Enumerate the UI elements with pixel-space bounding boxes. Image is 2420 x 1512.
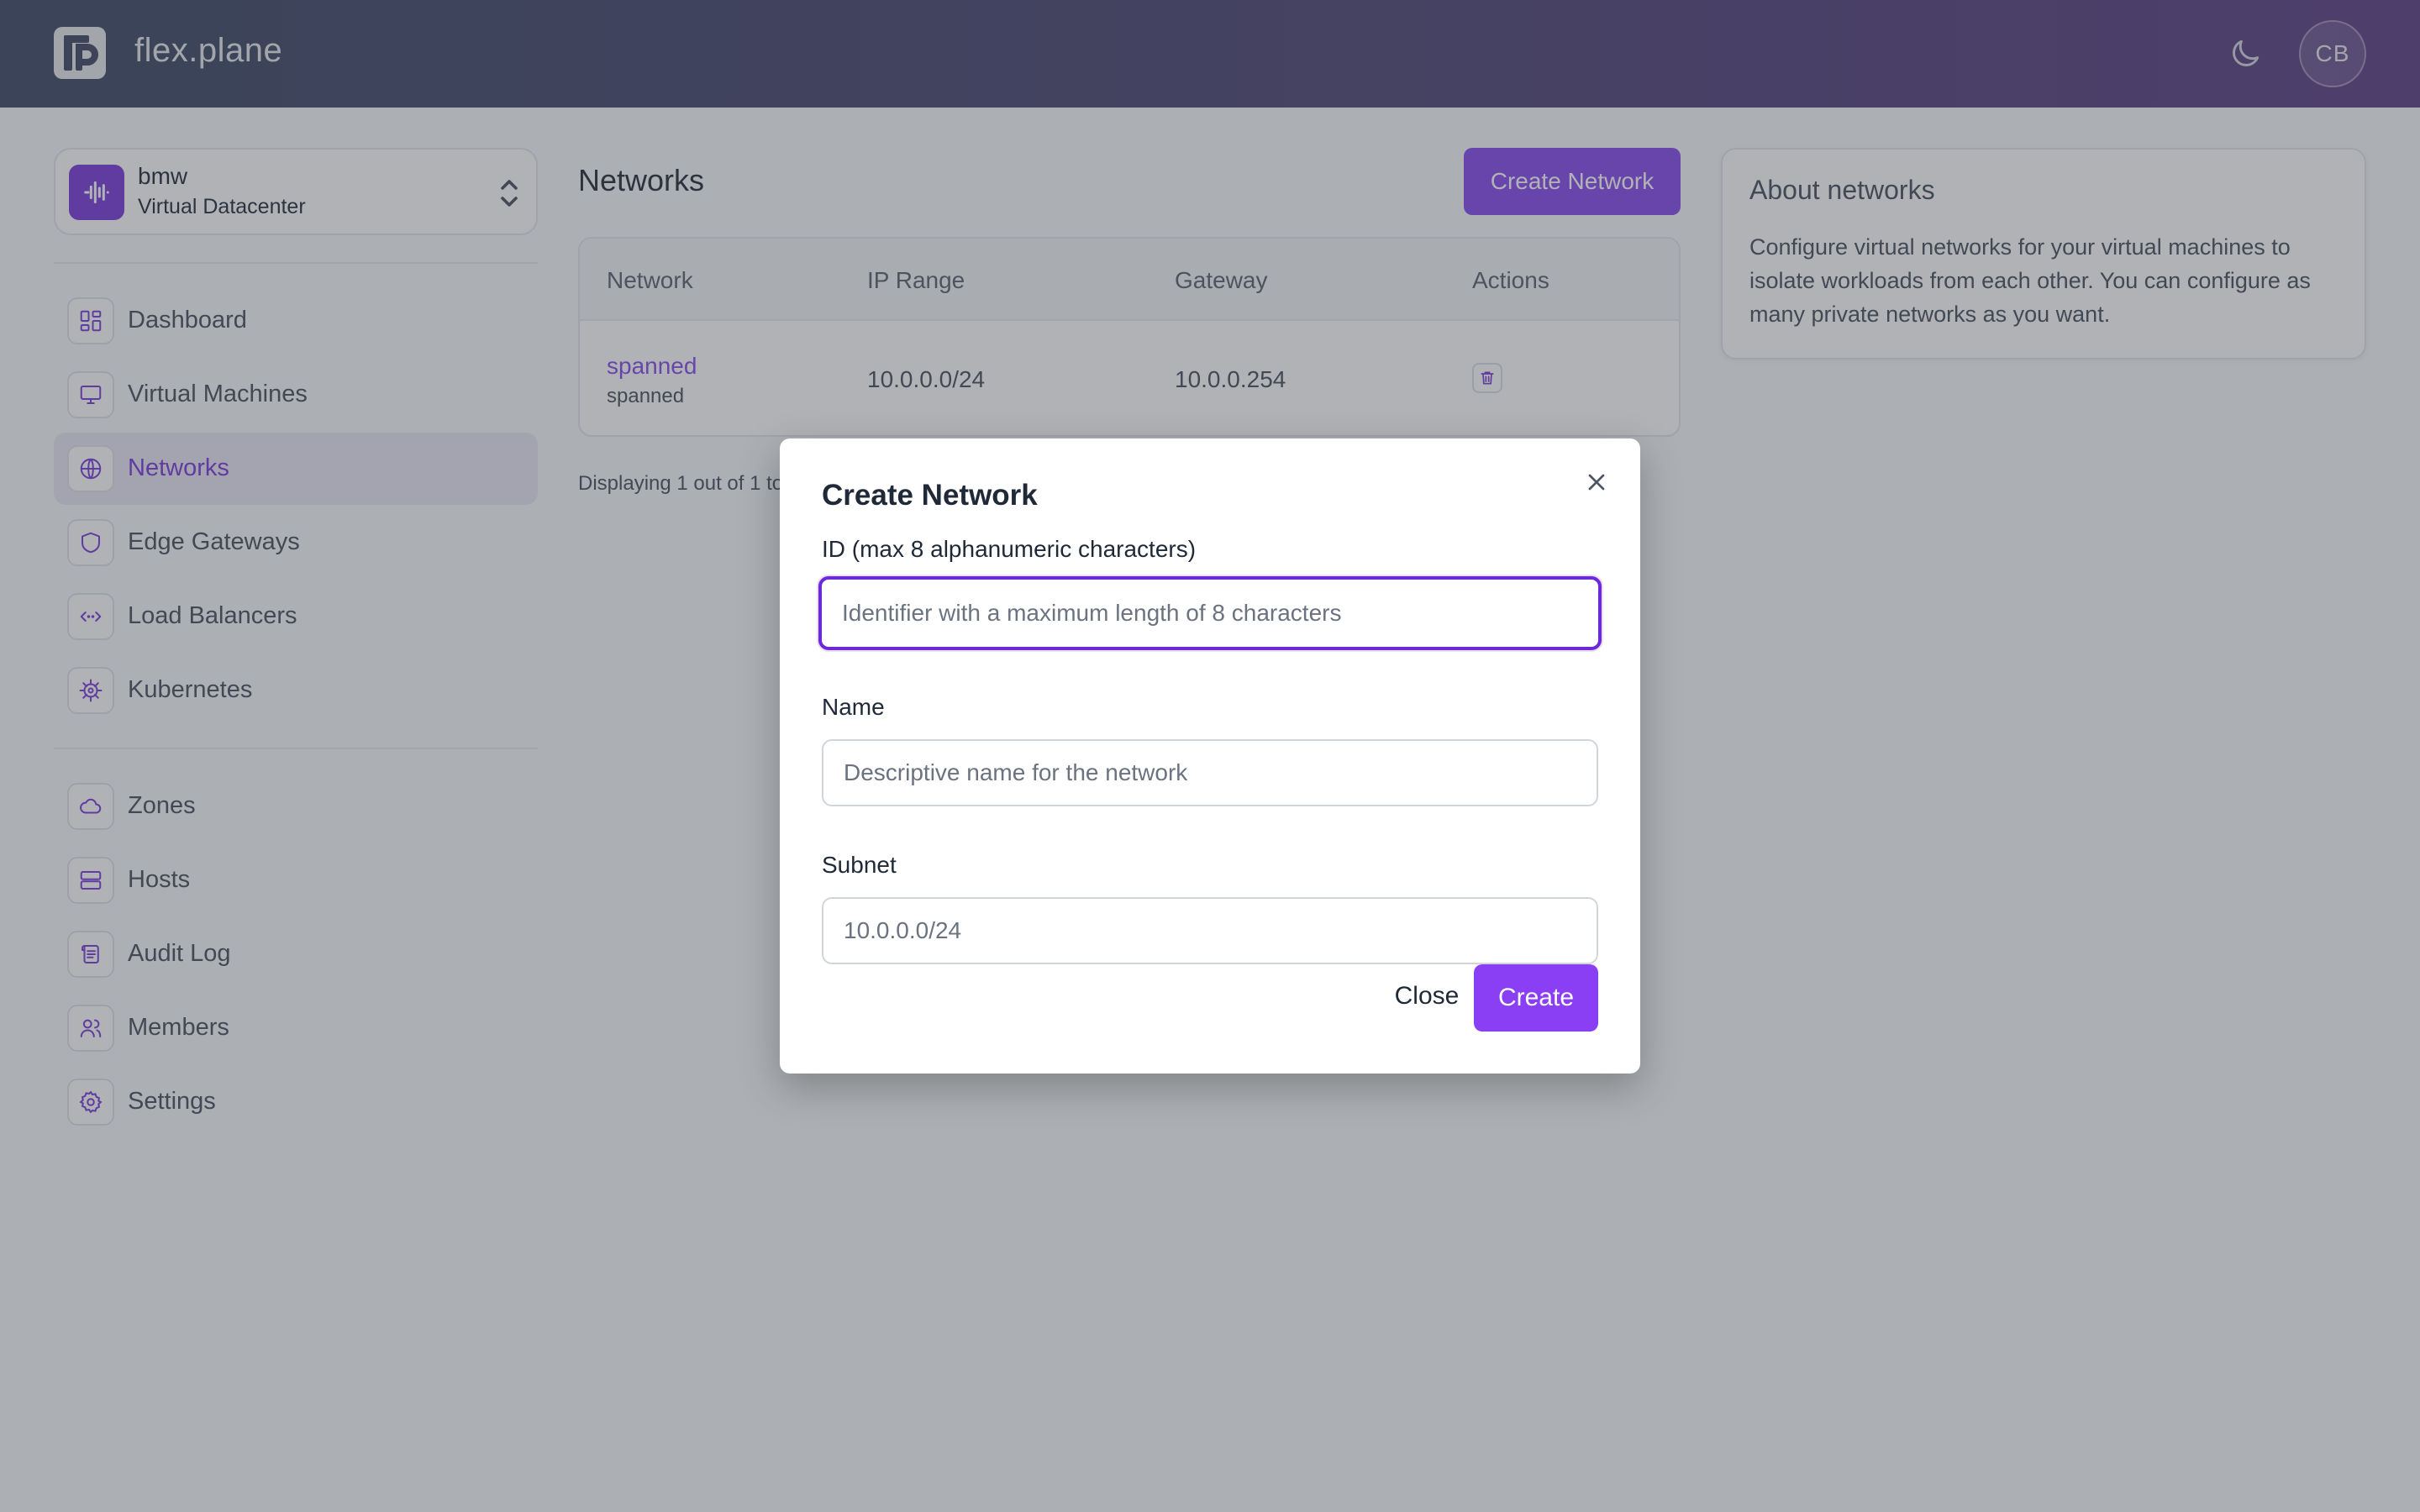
create-network-dialog: Create Network ID (max 8 alphanumeric ch…	[780, 438, 1640, 1074]
subnet-field-label: Subnet	[822, 852, 897, 878]
id-field-label: ID (max 8 alphanumeric characters)	[822, 536, 1197, 562]
close-icon[interactable]	[1583, 469, 1610, 496]
close-button[interactable]: Close	[1368, 963, 1486, 1030]
dialog-title: Create Network	[822, 479, 1038, 512]
name-input[interactable]	[822, 739, 1598, 806]
id-input[interactable]	[818, 576, 1602, 650]
create-button[interactable]: Create	[1474, 964, 1598, 1032]
subnet-input[interactable]	[822, 897, 1598, 964]
name-field-label: Name	[822, 694, 885, 720]
